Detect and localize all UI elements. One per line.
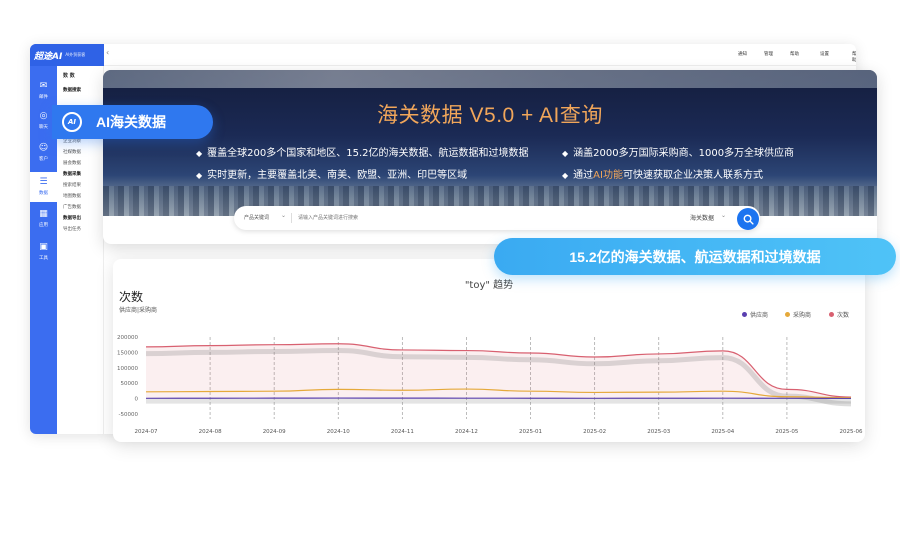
hero-bullet: ◆ 覆盖全球200多个国家和地区、15.2亿的海关数据、航运数据和过境数据 xyxy=(196,148,529,159)
x-tick-label: 2024-07 xyxy=(135,429,158,435)
mail-icon: ✉ xyxy=(39,81,48,91)
rail-item-label: 客户 xyxy=(39,157,48,162)
x-tick-label: 2024-11 xyxy=(391,429,414,435)
subnav-item[interactable]: 展会数据 xyxy=(57,158,103,169)
x-tick-label: 2025-04 xyxy=(711,429,734,435)
chevron-down-icon[interactable]: ⌄ xyxy=(281,212,286,219)
legend-swatch xyxy=(785,312,790,317)
customer-icon: ☺ xyxy=(38,143,49,153)
subnav-item[interactable]: 数据搜索 xyxy=(57,85,103,96)
legend-label: 供应商 xyxy=(750,312,769,319)
topbar-help-2[interactable]: 帮助 xyxy=(852,51,856,63)
rail-item-label: 应用 xyxy=(39,223,48,228)
subnav-item[interactable]: 社媒数据 xyxy=(57,147,103,158)
hero-bullet: ◆ 实时更新，主要覆盖北美、南美、欧盟、亚洲、印巴等区域 xyxy=(196,170,468,181)
app-logo[interactable]: 超途AI AI外贸获客 xyxy=(30,44,104,66)
rail-item-customer[interactable]: ☺ 客户 xyxy=(30,138,57,168)
ai-customs-label: AI海关数据 xyxy=(96,114,166,130)
x-tick-label: 2025-02 xyxy=(583,429,606,435)
search-icon xyxy=(743,214,754,225)
data-volume-pill: 15.2亿的海关数据、航运数据和过境数据 xyxy=(494,238,896,275)
y-tick-label: -50000 xyxy=(119,412,139,418)
search-bar: 产品关键词 ⌄ 海关数据 ⌄ xyxy=(234,206,760,230)
rail-item-mail[interactable]: ✉ 邮件 xyxy=(30,76,57,106)
hero-bullet: ◆ 涵盖2000多万国际采购商、1000多万全球供应商 xyxy=(562,148,795,159)
rail-item-label: 邮件 xyxy=(39,95,48,100)
subnav-item[interactable]: 搜索结果 xyxy=(57,180,103,191)
x-tick-label: 2025-03 xyxy=(647,429,670,435)
search-button[interactable] xyxy=(737,208,759,230)
x-tick-label: 2025-01 xyxy=(519,429,542,435)
y-tick-label: 0 xyxy=(135,397,139,403)
rail-item-label: 数据 xyxy=(39,191,48,196)
rail-item-label: 聊天 xyxy=(39,125,48,130)
ai-badge-icon: AI xyxy=(62,112,82,132)
rail-item-apps[interactable]: ▦ 应用 xyxy=(30,204,57,234)
chart-ysub: 供应商|采购商 xyxy=(119,307,158,314)
topbar-manage[interactable]: 管理 xyxy=(764,51,773,57)
rail-item-data[interactable]: ☰ 数据 xyxy=(30,172,57,202)
legend-item[interactable]: 供应商 xyxy=(742,310,768,319)
x-tick-label: 2025-06 xyxy=(840,429,863,435)
x-tick-label: 2025-05 xyxy=(775,429,798,435)
port-background xyxy=(103,70,877,216)
legend-item[interactable]: 采购商 xyxy=(785,310,811,319)
x-tick-label: 2024-09 xyxy=(263,429,286,435)
chevron-down-icon[interactable]: ⌄ xyxy=(721,212,726,219)
logo-subtitle: AI外贸获客 xyxy=(65,52,86,57)
legend-swatch xyxy=(829,312,834,317)
data-icon: ☰ xyxy=(39,177,48,187)
subnav-item[interactable]: 广告数据 xyxy=(57,202,103,213)
topbar-settings[interactable]: 设置 xyxy=(820,51,829,57)
subnav-head: 数 数 xyxy=(63,73,75,79)
rail-item-label: 工具 xyxy=(39,256,48,261)
y-tick-label: 100000 xyxy=(117,366,138,372)
ai-customs-pill: AI AI海关数据 xyxy=(52,105,213,139)
data-source-select[interactable]: 海关数据 xyxy=(690,213,714,222)
legend-label: 次数 xyxy=(837,312,850,319)
x-tick-label: 2024-08 xyxy=(199,429,222,435)
subnav-item[interactable]: 导出任务 xyxy=(57,224,103,235)
search-type-select[interactable]: 产品关键词 xyxy=(244,214,269,221)
collapse-icon[interactable]: ‹ xyxy=(106,48,109,57)
subnav-item[interactable]: 数据导出 xyxy=(57,213,103,224)
top-bar: ‹ 通知 管理 帮助 设置 帮助 xyxy=(104,44,856,66)
customs-hero-banner: 海关数据 V5.0 + AI查询 ◆ 覆盖全球200多个国家和地区、15.2亿的海… xyxy=(103,70,877,244)
legend-item[interactable]: 次数 xyxy=(829,310,849,319)
y-tick-label: 50000 xyxy=(121,381,139,387)
legend-label: 采购商 xyxy=(793,312,812,319)
subnav-item[interactable]: 数据采集 xyxy=(57,169,103,180)
tools-icon: ▣ xyxy=(39,242,48,252)
logo-text: 超途AI xyxy=(34,51,63,62)
topbar-notify[interactable]: 通知 xyxy=(738,51,747,57)
trend-chart-card: 200000 150000 100000 50000 0 -50000 2024-07 202… xyxy=(113,259,865,442)
topbar-help[interactable]: 帮助 xyxy=(790,51,799,57)
legend-swatch xyxy=(742,312,747,317)
whatsapp-icon: ◎ xyxy=(39,111,48,121)
left-rail: ✉ 邮件 ◎ 聊天 ☺ 客户 ☰ 数据 ▦ 应用 ▣ 工具 xyxy=(30,44,57,434)
y-tick-label: 150000 xyxy=(117,350,138,356)
chart-title: "toy" 趋势 xyxy=(464,280,514,291)
y-tick-label: 200000 xyxy=(117,335,138,341)
hero-title: 海关数据 V5.0 + AI查询 xyxy=(377,104,603,127)
rail-item-tools[interactable]: ▣ 工具 xyxy=(30,237,57,267)
apps-icon: ▦ xyxy=(39,209,48,219)
chart-ylabel: 次数 xyxy=(119,290,144,304)
x-tick-label: 2024-12 xyxy=(455,429,478,435)
hero-bullet: ◆ 通过AI功能可快速获取企业决策人联系方式 xyxy=(562,170,763,181)
x-tick-label: 2024-10 xyxy=(327,429,350,435)
search-input[interactable] xyxy=(298,211,598,225)
subnav-item[interactable]: 地图数据 xyxy=(57,191,103,202)
